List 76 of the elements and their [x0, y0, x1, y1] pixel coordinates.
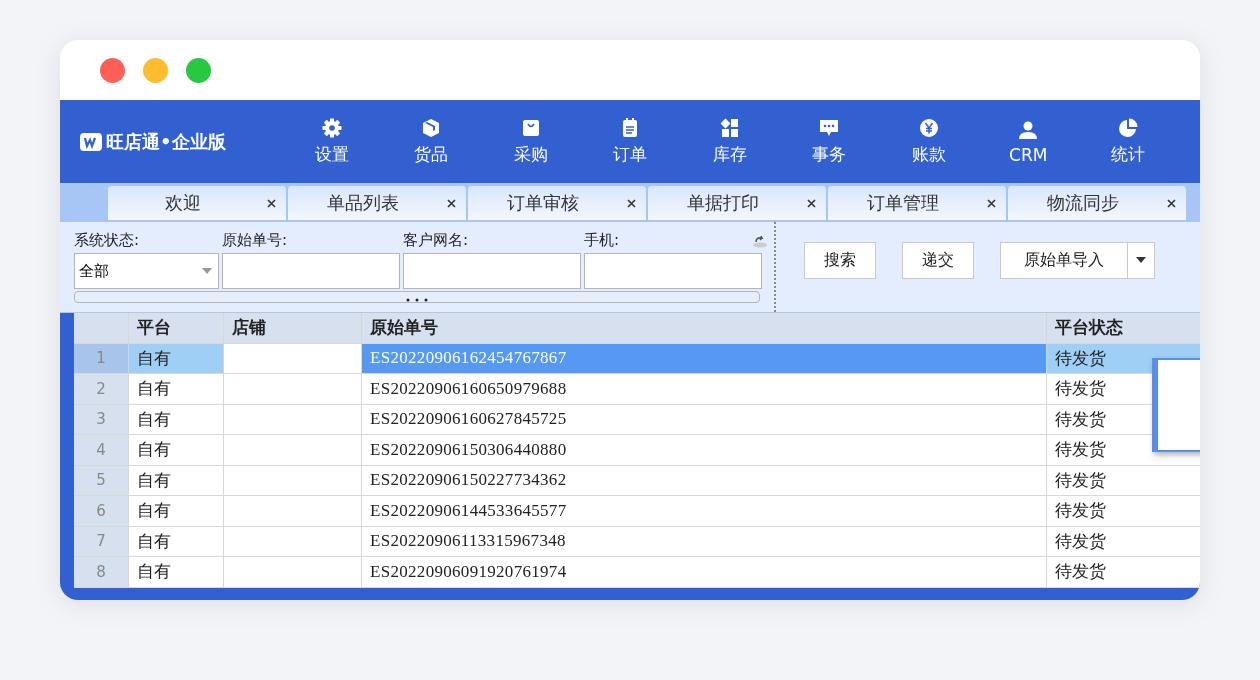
table-cell: ES20220906150227734362	[362, 465, 1047, 495]
row-number: 3	[74, 404, 129, 434]
nav-button[interactable]: 采购	[481, 117, 581, 166]
caret-icon	[1136, 257, 1146, 263]
action-button[interactable]: 递交	[902, 241, 974, 279]
tab[interactable]: 订单管理	[828, 186, 1006, 220]
input-field[interactable]	[403, 253, 581, 289]
field-label: 系统状态:	[74, 231, 140, 251]
maximize-dot-icon[interactable]	[186, 57, 211, 83]
close-icon[interactable]	[1167, 198, 1176, 208]
table-cell: ES20220906144533645577	[362, 496, 1047, 526]
dropdown-button[interactable]	[1128, 241, 1155, 279]
field-label: 手机:	[584, 231, 620, 251]
field-label: 客户网名:	[403, 231, 469, 251]
nav-button[interactable]: CRM	[978, 118, 1078, 165]
row-number: 2	[74, 374, 129, 404]
row-number: 4	[74, 435, 129, 465]
logo-icon	[80, 132, 102, 151]
grip-icon	[405, 298, 429, 302]
row-number: 5	[74, 465, 129, 495]
table-cell: ES20220906113315967348	[362, 526, 1047, 556]
table-row[interactable]: 1 自有 ES20220906162454767867 待发货	[74, 343, 1200, 374]
close-icon[interactable]	[807, 198, 816, 208]
table-cell: ES20220906091920761974	[362, 557, 1047, 587]
tab[interactable]: 欢迎	[108, 186, 286, 220]
app-logo-text: 旺店通•企业版	[106, 129, 226, 154]
column-header[interactable]: 平台	[129, 313, 224, 343]
caret-icon	[202, 268, 212, 274]
close-icon[interactable]	[267, 198, 276, 208]
table-cell: ES20220906160650979688	[362, 374, 1047, 404]
status-dropdown[interactable]: 全部	[74, 253, 219, 289]
close-icon[interactable]	[447, 198, 456, 208]
column-header[interactable]: 店铺	[224, 313, 362, 343]
reset-icon[interactable]	[752, 234, 768, 248]
field-label: 原始单号:	[222, 231, 288, 251]
row-number: 1	[74, 343, 129, 373]
nav-button[interactable]: 账款	[879, 117, 979, 166]
table-row[interactable]: 6 自有 ES20220906144533645577 待发货	[74, 496, 1200, 527]
nav-button[interactable]: 事务	[779, 117, 879, 166]
grid-icon	[718, 117, 741, 139]
column-header[interactable]: 平台状态	[1047, 313, 1200, 343]
nav-button[interactable]: 货品	[381, 117, 481, 166]
table-row[interactable]: 5 自有 ES20220906150227734362 待发货	[74, 465, 1200, 496]
close-icon[interactable]	[987, 198, 996, 208]
column-header[interactable]: 原始单号	[362, 313, 1047, 343]
table-cell: 待发货	[1047, 496, 1200, 526]
close-icon[interactable]	[627, 198, 636, 208]
gear-icon	[320, 117, 343, 139]
table-cell: 待发货	[1047, 526, 1200, 556]
table-cell: ES20220906150306440880	[362, 435, 1047, 465]
row-number: 8	[74, 557, 129, 587]
tab[interactable]: 单品列表	[288, 186, 466, 220]
yen-icon	[917, 117, 940, 139]
nav-button[interactable]: 订单	[580, 117, 680, 166]
close-dot-icon[interactable]	[100, 57, 125, 83]
input-field[interactable]	[222, 253, 400, 289]
action-button[interactable]: 搜索	[804, 241, 876, 279]
nav-button[interactable]: 库存	[680, 117, 780, 166]
row-number: 7	[74, 526, 129, 556]
table-row[interactable]: 7 自有 ES20220906113315967348 待发货	[74, 526, 1200, 557]
tab[interactable]: 单据打印	[648, 186, 826, 220]
tab[interactable]: 物流同步	[1008, 186, 1186, 220]
table-cell: 待发货	[1047, 465, 1200, 495]
nav-button[interactable]: 统计	[1078, 117, 1178, 166]
nav-button[interactable]: 设置	[282, 117, 382, 166]
table-cell: 待发货	[1047, 557, 1200, 587]
table-cell: ES20220906160627845725	[362, 404, 1047, 434]
table-cell: ES20220906162454767867	[362, 343, 1047, 373]
tab[interactable]: 订单审核	[468, 186, 646, 220]
input-field[interactable]	[584, 253, 762, 289]
table-row[interactable]: 8 自有 ES20220906091920761974 待发货	[74, 557, 1200, 588]
import-button[interactable]: 原始单导入	[1000, 241, 1128, 279]
pie-icon	[1116, 117, 1139, 139]
row-number: 6	[74, 496, 129, 526]
table-cell: 自有	[129, 343, 224, 373]
minimize-dot-icon[interactable]	[143, 57, 168, 83]
